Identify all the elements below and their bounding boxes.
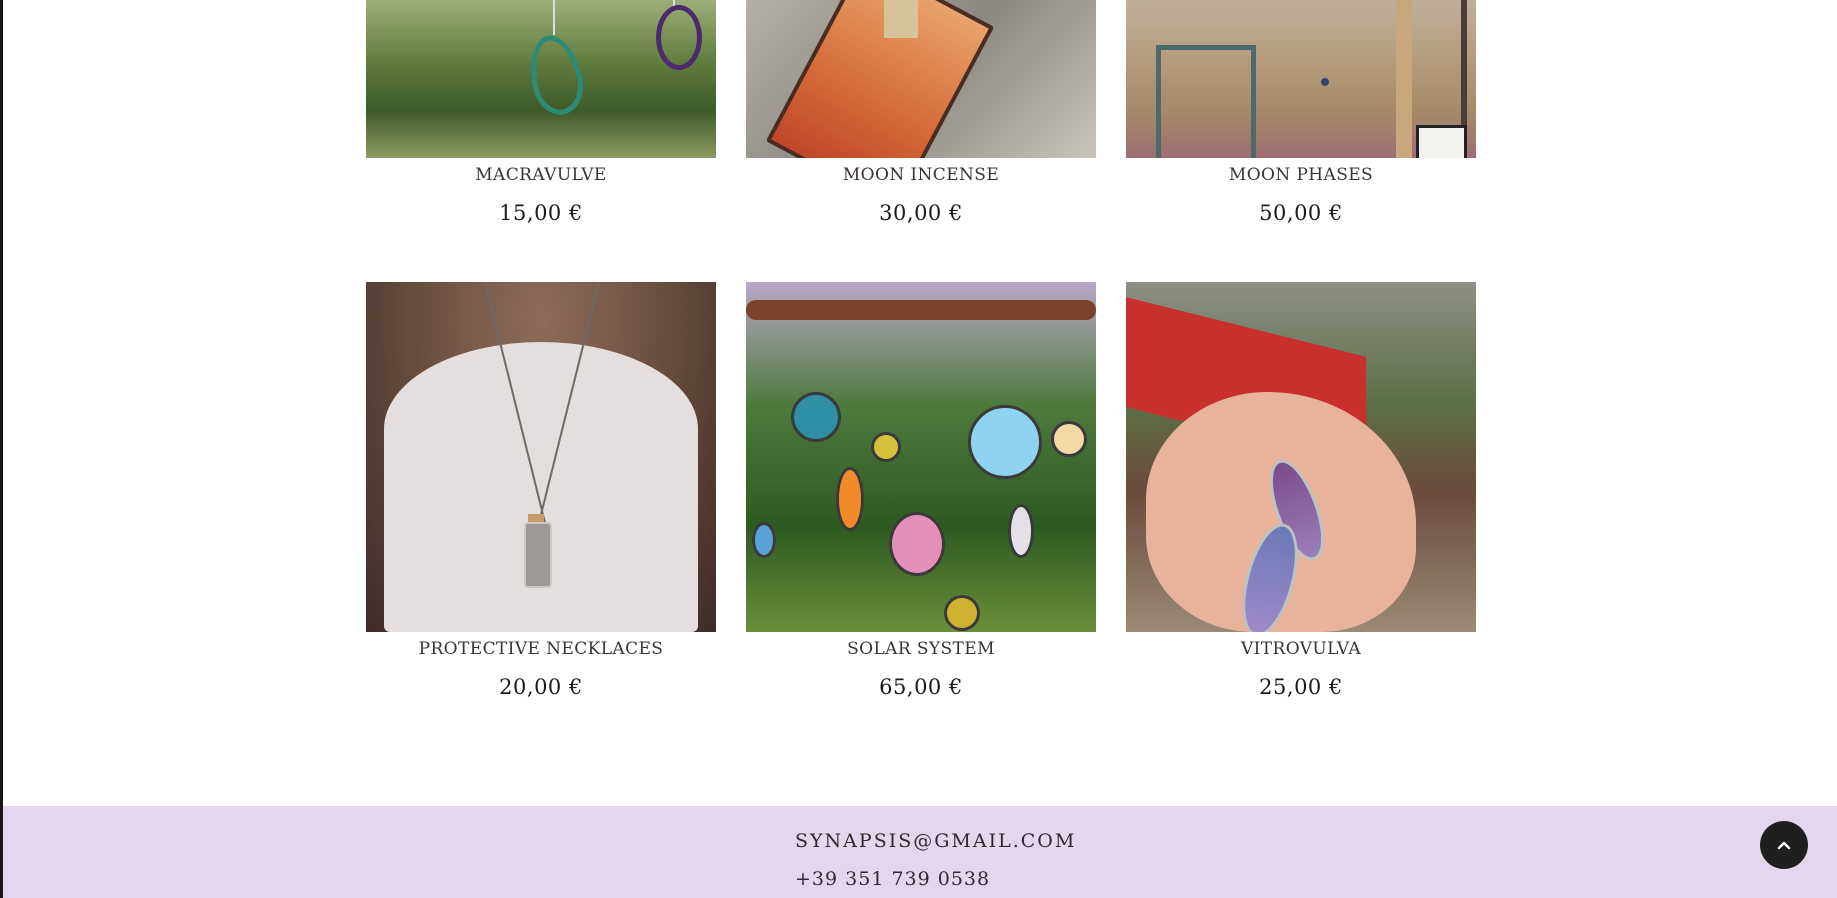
product-card-moon-incense[interactable]: MOON INCENSE 30,00 €	[746, 0, 1096, 225]
product-name[interactable]: VITROVULVA	[1126, 638, 1476, 660]
chevron-up-icon	[1777, 841, 1791, 850]
product-name[interactable]: MOON PHASES	[1126, 164, 1476, 186]
product-image-moon-incense[interactable]	[746, 0, 1096, 158]
product-card-solar-system[interactable]: SOLAR SYSTEM 65,00 €	[746, 282, 1096, 699]
product-grid: MACRAVULVE 15,00 € MOON INCENSE 30,00 € …	[366, 0, 1476, 720]
product-image-moon-phases[interactable]	[1126, 0, 1476, 158]
window-left-edge	[0, 0, 3, 898]
product-card-vitrovulva[interactable]: VITROVULVA 25,00 €	[1126, 282, 1476, 699]
product-price: 15,00 €	[499, 201, 583, 225]
site-footer: SYNAPSIS@GMAIL.COM +39 351 739 0538	[3, 806, 1837, 898]
product-price: 50,00 €	[1259, 201, 1343, 225]
footer-email-link[interactable]: SYNAPSIS@GMAIL.COM	[795, 830, 1076, 852]
product-image-solar-system[interactable]	[746, 282, 1096, 632]
product-name[interactable]: SOLAR SYSTEM	[746, 638, 1096, 660]
product-price: 20,00 €	[499, 675, 583, 699]
product-image-protective-necklaces[interactable]	[366, 282, 716, 632]
back-to-top-button[interactable]	[1760, 821, 1808, 869]
product-card-moon-phases[interactable]: MOON PHASES 50,00 €	[1126, 0, 1476, 225]
product-name[interactable]: MOON INCENSE	[746, 164, 1096, 186]
product-image-macravulve[interactable]	[366, 0, 716, 158]
product-price: 65,00 €	[879, 675, 963, 699]
product-card-macravulve[interactable]: MACRAVULVE 15,00 €	[366, 0, 716, 225]
product-image-vitrovulva[interactable]	[1126, 282, 1476, 632]
product-card-protective-necklaces[interactable]: PROTECTIVE NECKLACES 20,00 €	[366, 282, 716, 699]
product-price: 25,00 €	[1259, 675, 1343, 699]
product-price: 30,00 €	[879, 201, 963, 225]
product-name[interactable]: MACRAVULVE	[366, 164, 716, 186]
footer-phone-link[interactable]: +39 351 739 0538	[795, 868, 990, 890]
product-name[interactable]: PROTECTIVE NECKLACES	[366, 638, 716, 660]
